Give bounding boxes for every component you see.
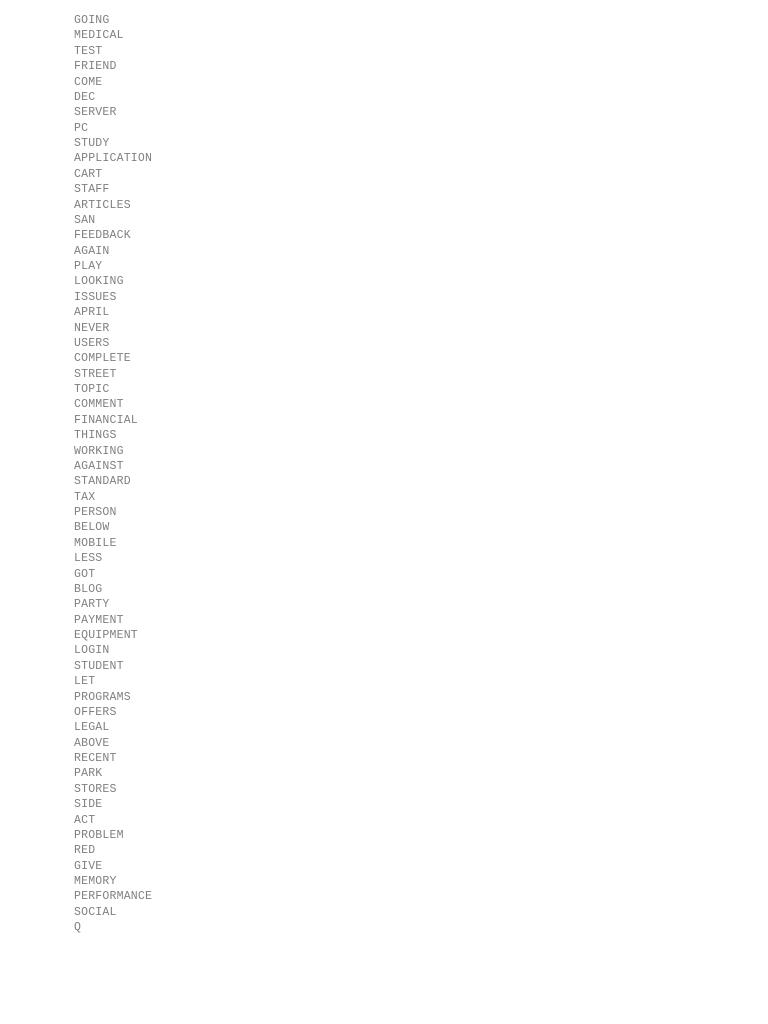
- word-list-item: COMMENT: [74, 398, 124, 412]
- word-list-item: Q: [74, 921, 82, 935]
- word-list-item: STORES: [74, 782, 117, 796]
- word-list-item: FRIEND: [74, 60, 117, 74]
- word-list-item: APRIL: [74, 306, 110, 320]
- word-list: GOING MEDICAL TEST FRIEND COME DEC SERVER PC STU…: [74, 13, 152, 936]
- word-list-item: ACT: [74, 813, 96, 827]
- word-list-item: WORKING: [74, 444, 124, 458]
- word-list-item: PROGRAMS: [74, 690, 131, 704]
- word-list-item: GOT: [74, 567, 96, 581]
- word-list-item: PERSON: [74, 506, 117, 519]
- word-list-item: MEMORY: [74, 875, 117, 888]
- word-list-item: LEGAL: [74, 721, 110, 735]
- word-list-item: SERVER: [74, 106, 117, 120]
- word-list-item: MEDICAL: [74, 29, 124, 43]
- word-list-item: TEST: [74, 44, 103, 58]
- word-list-item: STAFF: [74, 183, 110, 197]
- word-list-item: BELOW: [74, 521, 110, 535]
- word-list-item: RED: [74, 844, 96, 858]
- word-list-item: AGAIN: [74, 244, 110, 258]
- word-list-item: STANDARD: [74, 475, 131, 489]
- word-list-item: BLOG: [74, 582, 103, 596]
- word-list-item: USERS: [74, 336, 110, 350]
- word-list-item: LESS: [74, 552, 103, 566]
- word-list-item: NEVER: [74, 321, 110, 335]
- word-list-item: FINANCIAL: [74, 413, 138, 427]
- word-list-item: STUDENT: [74, 659, 124, 673]
- word-list-item: COMPLETE: [74, 352, 131, 366]
- word-list-item: ABOVE: [74, 736, 110, 750]
- word-list-item: STUDY: [74, 137, 110, 150]
- word-list-item: ISSUES: [74, 290, 117, 304]
- word-list-item: TAX: [74, 490, 96, 504]
- word-list-item: GIVE: [74, 859, 103, 873]
- word-list-item: PROBLEM: [74, 828, 124, 842]
- word-list-item: LOGIN: [74, 644, 110, 658]
- word-list-item: PC: [74, 121, 89, 135]
- word-list-item: LOOKING: [74, 275, 124, 289]
- word-list-item: MOBILE: [74, 536, 117, 550]
- word-list-item: THINGS: [74, 429, 117, 443]
- word-list-item: PARK: [74, 767, 103, 781]
- word-list-item: SIDE: [74, 798, 103, 812]
- word-list-item: APPLICATION: [74, 152, 153, 166]
- word-list-item: PARTY: [74, 598, 110, 612]
- word-list-item: COME: [74, 75, 103, 89]
- word-list-item: PERFORMANCE: [74, 890, 153, 904]
- word-list-item: SOCIAL: [74, 905, 117, 919]
- word-list-item: FEEDBACK: [74, 229, 131, 243]
- word-list-item: AGAINST: [74, 459, 124, 473]
- word-list-item: DEC: [74, 90, 96, 104]
- word-list-item: CART: [74, 167, 103, 181]
- word-list-item: SAN: [74, 213, 96, 227]
- word-list-item: ARTICLES: [74, 198, 131, 212]
- word-list-item: PAYMENT: [74, 613, 124, 627]
- word-list-item: GOING: [74, 14, 110, 27]
- word-list-item: TOPIC: [74, 383, 110, 396]
- word-list-item: LET: [74, 675, 96, 689]
- word-list-item: STREET: [74, 367, 117, 381]
- word-list-item: OFFERS: [74, 705, 117, 719]
- word-list-item: PLAY: [74, 260, 103, 273]
- word-list-item: EQUIPMENT: [74, 629, 138, 642]
- word-list-item: RECENT: [74, 752, 117, 765]
